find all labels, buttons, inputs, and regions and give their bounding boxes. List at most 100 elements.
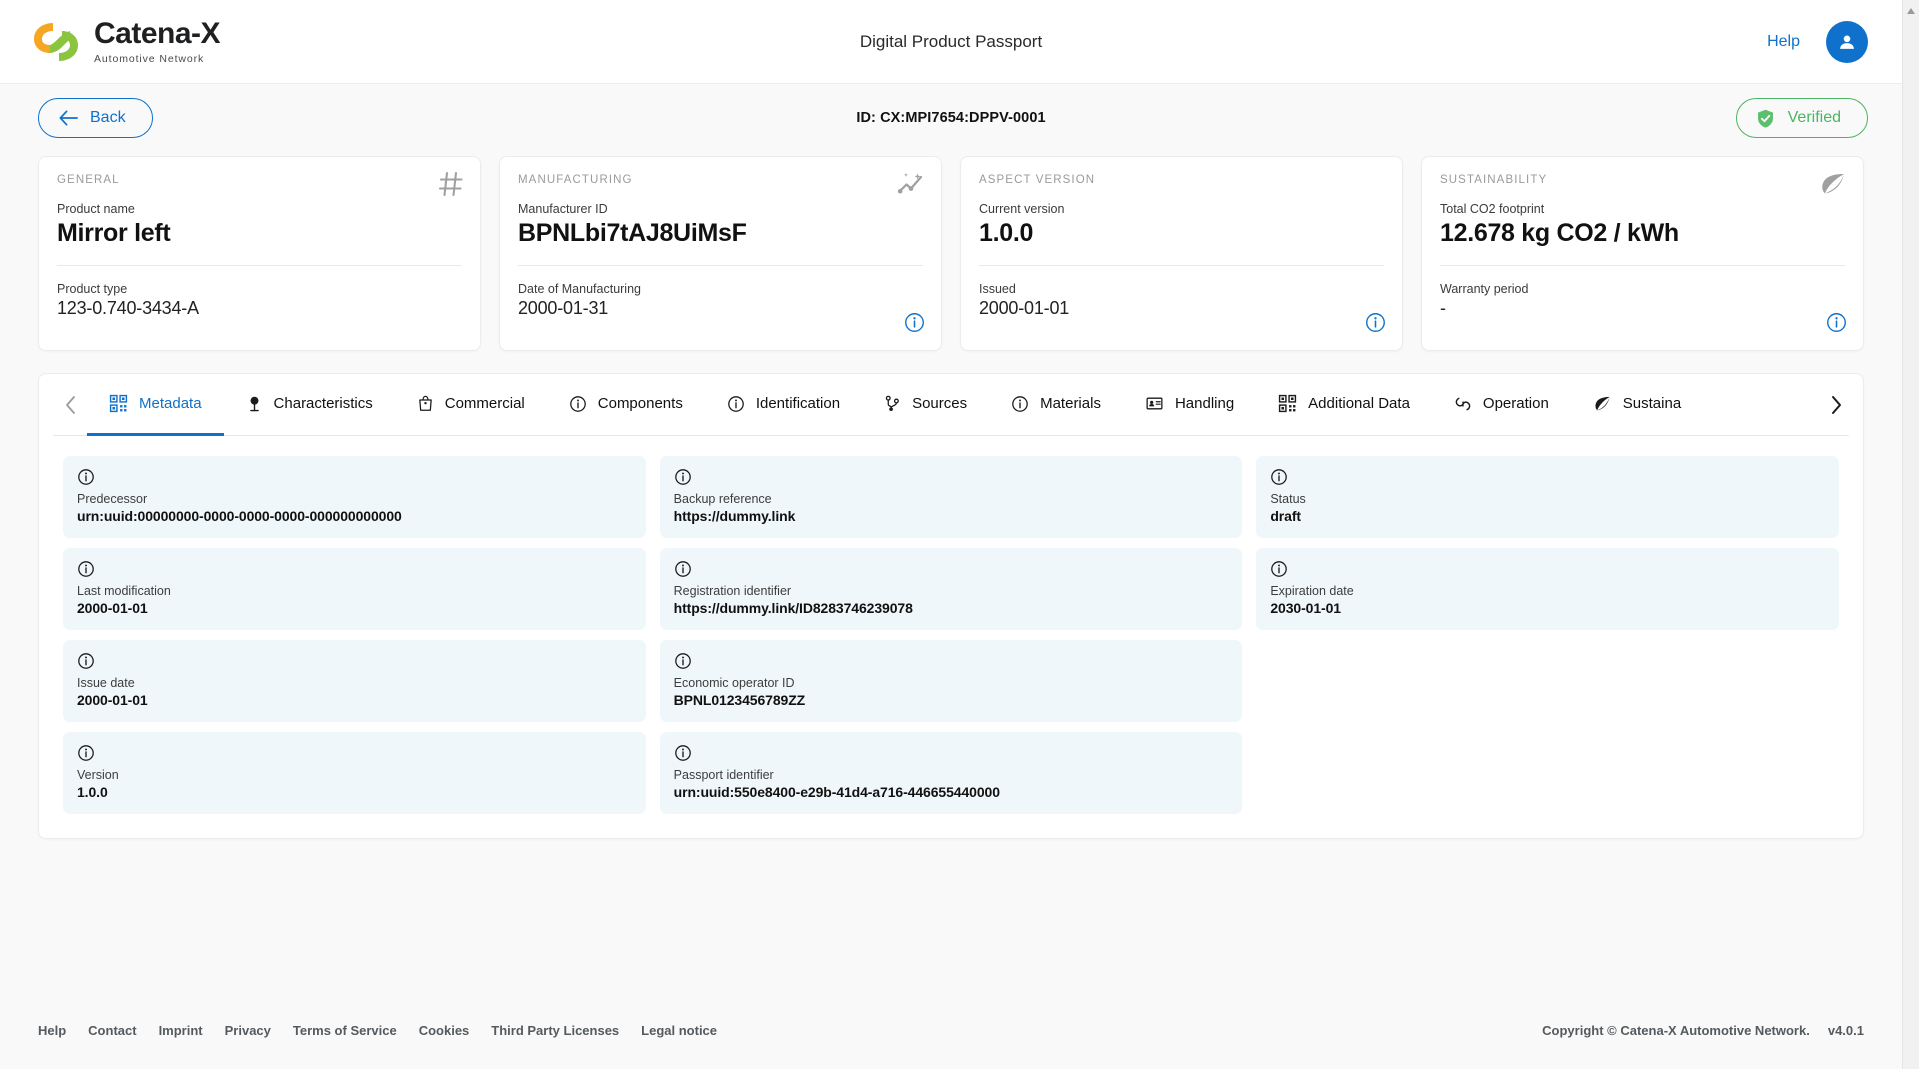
copyright-text: Copyright © Catena-X Automotive Network. bbox=[1542, 1022, 1810, 1038]
info-icon[interactable] bbox=[77, 744, 632, 761]
page-scrollbar[interactable] bbox=[1902, 0, 1919, 1069]
info-icon[interactable] bbox=[674, 468, 1229, 485]
summary-card-manufacturing: MANUFACTURING Manufacturer ID BPNLbi7tAJ… bbox=[499, 156, 942, 351]
id-card-icon bbox=[1145, 395, 1164, 412]
trend-sparkle-icon bbox=[897, 171, 925, 202]
field-cell: Predecessor urn:uuid:00000000-0000-0000-0… bbox=[63, 456, 646, 538]
info-icon[interactable] bbox=[674, 560, 1229, 577]
field-label: Issue date bbox=[77, 676, 135, 690]
catena-x-logo[interactable]: Catena-X Automotive Network bbox=[30, 18, 221, 65]
field-value: urn:uuid:550e8400-e29b-41d4-a716-4466554… bbox=[673, 784, 1000, 800]
field-label: Registration identifier bbox=[673, 584, 792, 598]
tab-additional-data[interactable]: Additional Data bbox=[1256, 374, 1432, 436]
tab-commercial[interactable]: Commercial bbox=[395, 374, 547, 436]
footer-link-privacy[interactable]: Privacy bbox=[225, 1023, 271, 1038]
scroll-up-arrow-icon[interactable] bbox=[1907, 8, 1916, 14]
divider bbox=[979, 265, 1384, 266]
app-footer: Help Contact Imprint Privacy Terms of Servic… bbox=[0, 991, 1902, 1069]
tab-label: Additional Data bbox=[1308, 395, 1410, 412]
back-button[interactable]: Back bbox=[38, 98, 153, 138]
info-icon[interactable] bbox=[1826, 312, 1847, 338]
help-link[interactable]: Help bbox=[1767, 33, 1800, 51]
card-secondary-value: - bbox=[1440, 298, 1446, 318]
tab-identification[interactable]: Identification bbox=[705, 374, 862, 436]
tab-label: Commercial bbox=[444, 395, 525, 412]
info-icon[interactable] bbox=[77, 560, 632, 577]
field-cell: Economic operator ID BPNL0123456789ZZ bbox=[659, 640, 1243, 722]
tab-label: Materials bbox=[1040, 395, 1101, 412]
avatar[interactable] bbox=[1826, 20, 1868, 63]
tab-label: Sustaina bbox=[1622, 395, 1682, 412]
footer-link-legal-notice[interactable]: Legal notice bbox=[641, 1023, 717, 1038]
status-badge-label: Verified bbox=[1787, 109, 1841, 126]
tab-sources[interactable]: Sources bbox=[862, 374, 989, 436]
card-primary-value: 12.678 kg CO2 / kWh bbox=[1440, 219, 1679, 247]
pin-icon bbox=[249, 396, 259, 412]
card-primary-label: Manufacturer ID bbox=[518, 202, 608, 216]
info-icon bbox=[1011, 395, 1029, 413]
summary-cards: GENERAL Product name Mirror left Product… bbox=[0, 156, 1902, 351]
catena-x-logo-icon bbox=[30, 19, 82, 65]
arrow-left-icon bbox=[59, 110, 78, 126]
tab-handling[interactable]: Handling bbox=[1123, 374, 1256, 436]
info-icon bbox=[674, 653, 691, 669]
version-text: v4.0.1 bbox=[1827, 1022, 1864, 1038]
field-cell: Issue date 2000-01-01 bbox=[63, 640, 646, 722]
tab-label: Metadata bbox=[139, 395, 202, 412]
info-icon[interactable] bbox=[1270, 468, 1825, 485]
info-icon[interactable] bbox=[904, 312, 925, 338]
card-primary-label: Total CO2 footprint bbox=[1440, 202, 1545, 216]
app-header: Catena-X Automotive Network Digital Prod… bbox=[0, 0, 1902, 84]
branch-icon bbox=[885, 395, 899, 412]
info-icon[interactable] bbox=[77, 468, 632, 485]
logo-subtitle: Automotive Network bbox=[94, 52, 205, 65]
chevron-left-icon bbox=[65, 396, 75, 414]
footer-link-cookies[interactable]: Cookies bbox=[419, 1023, 470, 1038]
info-icon bbox=[727, 395, 745, 413]
tab-operation[interactable]: Operation bbox=[1432, 374, 1571, 436]
info-icon bbox=[1271, 561, 1288, 577]
info-icon[interactable] bbox=[674, 652, 1229, 669]
field-cell-placeholder bbox=[1256, 640, 1839, 722]
info-icon bbox=[78, 469, 94, 485]
tabs-scroll-right-button[interactable] bbox=[1819, 385, 1853, 425]
tabs-scroll-left-button[interactable] bbox=[53, 385, 87, 425]
field-label: Expiration date bbox=[1270, 584, 1354, 598]
field-value: 2000-01-01 bbox=[77, 692, 148, 708]
logo-text-block: Catena-X Automotive Network bbox=[94, 18, 221, 65]
card-primary-label: Current version bbox=[979, 202, 1065, 216]
info-icon[interactable] bbox=[77, 652, 632, 669]
field-value: 2000-01-01 bbox=[77, 600, 148, 616]
field-cell-placeholder bbox=[1256, 732, 1839, 814]
page-title: Digital Product Passport bbox=[859, 31, 1043, 51]
footer-link-imprint[interactable]: Imprint bbox=[159, 1023, 203, 1038]
bag-icon bbox=[418, 395, 432, 411]
footer-link-help[interactable]: Help bbox=[38, 1023, 66, 1038]
field-label: Backup reference bbox=[673, 492, 772, 506]
recycle-icon bbox=[1454, 395, 1472, 413]
footer-link-third-party-licenses[interactable]: Third Party Licenses bbox=[491, 1023, 619, 1038]
detail-panel: Metadata Characteristics Commercial Comp… bbox=[38, 373, 1864, 839]
info-icon[interactable] bbox=[674, 744, 1229, 761]
tab-components[interactable]: Components bbox=[547, 374, 705, 436]
field-label: Passport identifier bbox=[673, 768, 774, 782]
card-primary-value: BPNLbi7tAJ8UiMsF bbox=[518, 219, 747, 247]
info-icon[interactable] bbox=[1365, 312, 1386, 338]
tab-characteristics[interactable]: Characteristics bbox=[224, 374, 395, 436]
field-cell: Last modification 2000-01-01 bbox=[63, 548, 646, 630]
card-secondary-value: 2000-01-31 bbox=[518, 298, 609, 318]
tab-materials[interactable]: Materials bbox=[989, 374, 1123, 436]
card-heading: MANUFACTURING bbox=[518, 174, 633, 186]
document-id: ID: CX:MPI7654:DPPV-0001 bbox=[856, 110, 1046, 126]
field-cell: Status draft bbox=[1256, 456, 1839, 538]
tab-sustaina[interactable]: Sustaina bbox=[1571, 374, 1703, 436]
tab-metadata[interactable]: Metadata bbox=[87, 374, 224, 436]
footer-link-contact[interactable]: Contact bbox=[88, 1023, 136, 1038]
info-icon bbox=[727, 395, 744, 412]
footer-link-terms-of-service[interactable]: Terms of Service bbox=[293, 1023, 397, 1038]
footer-links: Help Contact Imprint Privacy Terms of Servic… bbox=[38, 1023, 717, 1038]
leaf-icon bbox=[1819, 171, 1847, 202]
info-icon[interactable] bbox=[1270, 560, 1825, 577]
card-primary-label: Product name bbox=[57, 202, 135, 216]
qr-code-icon bbox=[1279, 394, 1297, 413]
